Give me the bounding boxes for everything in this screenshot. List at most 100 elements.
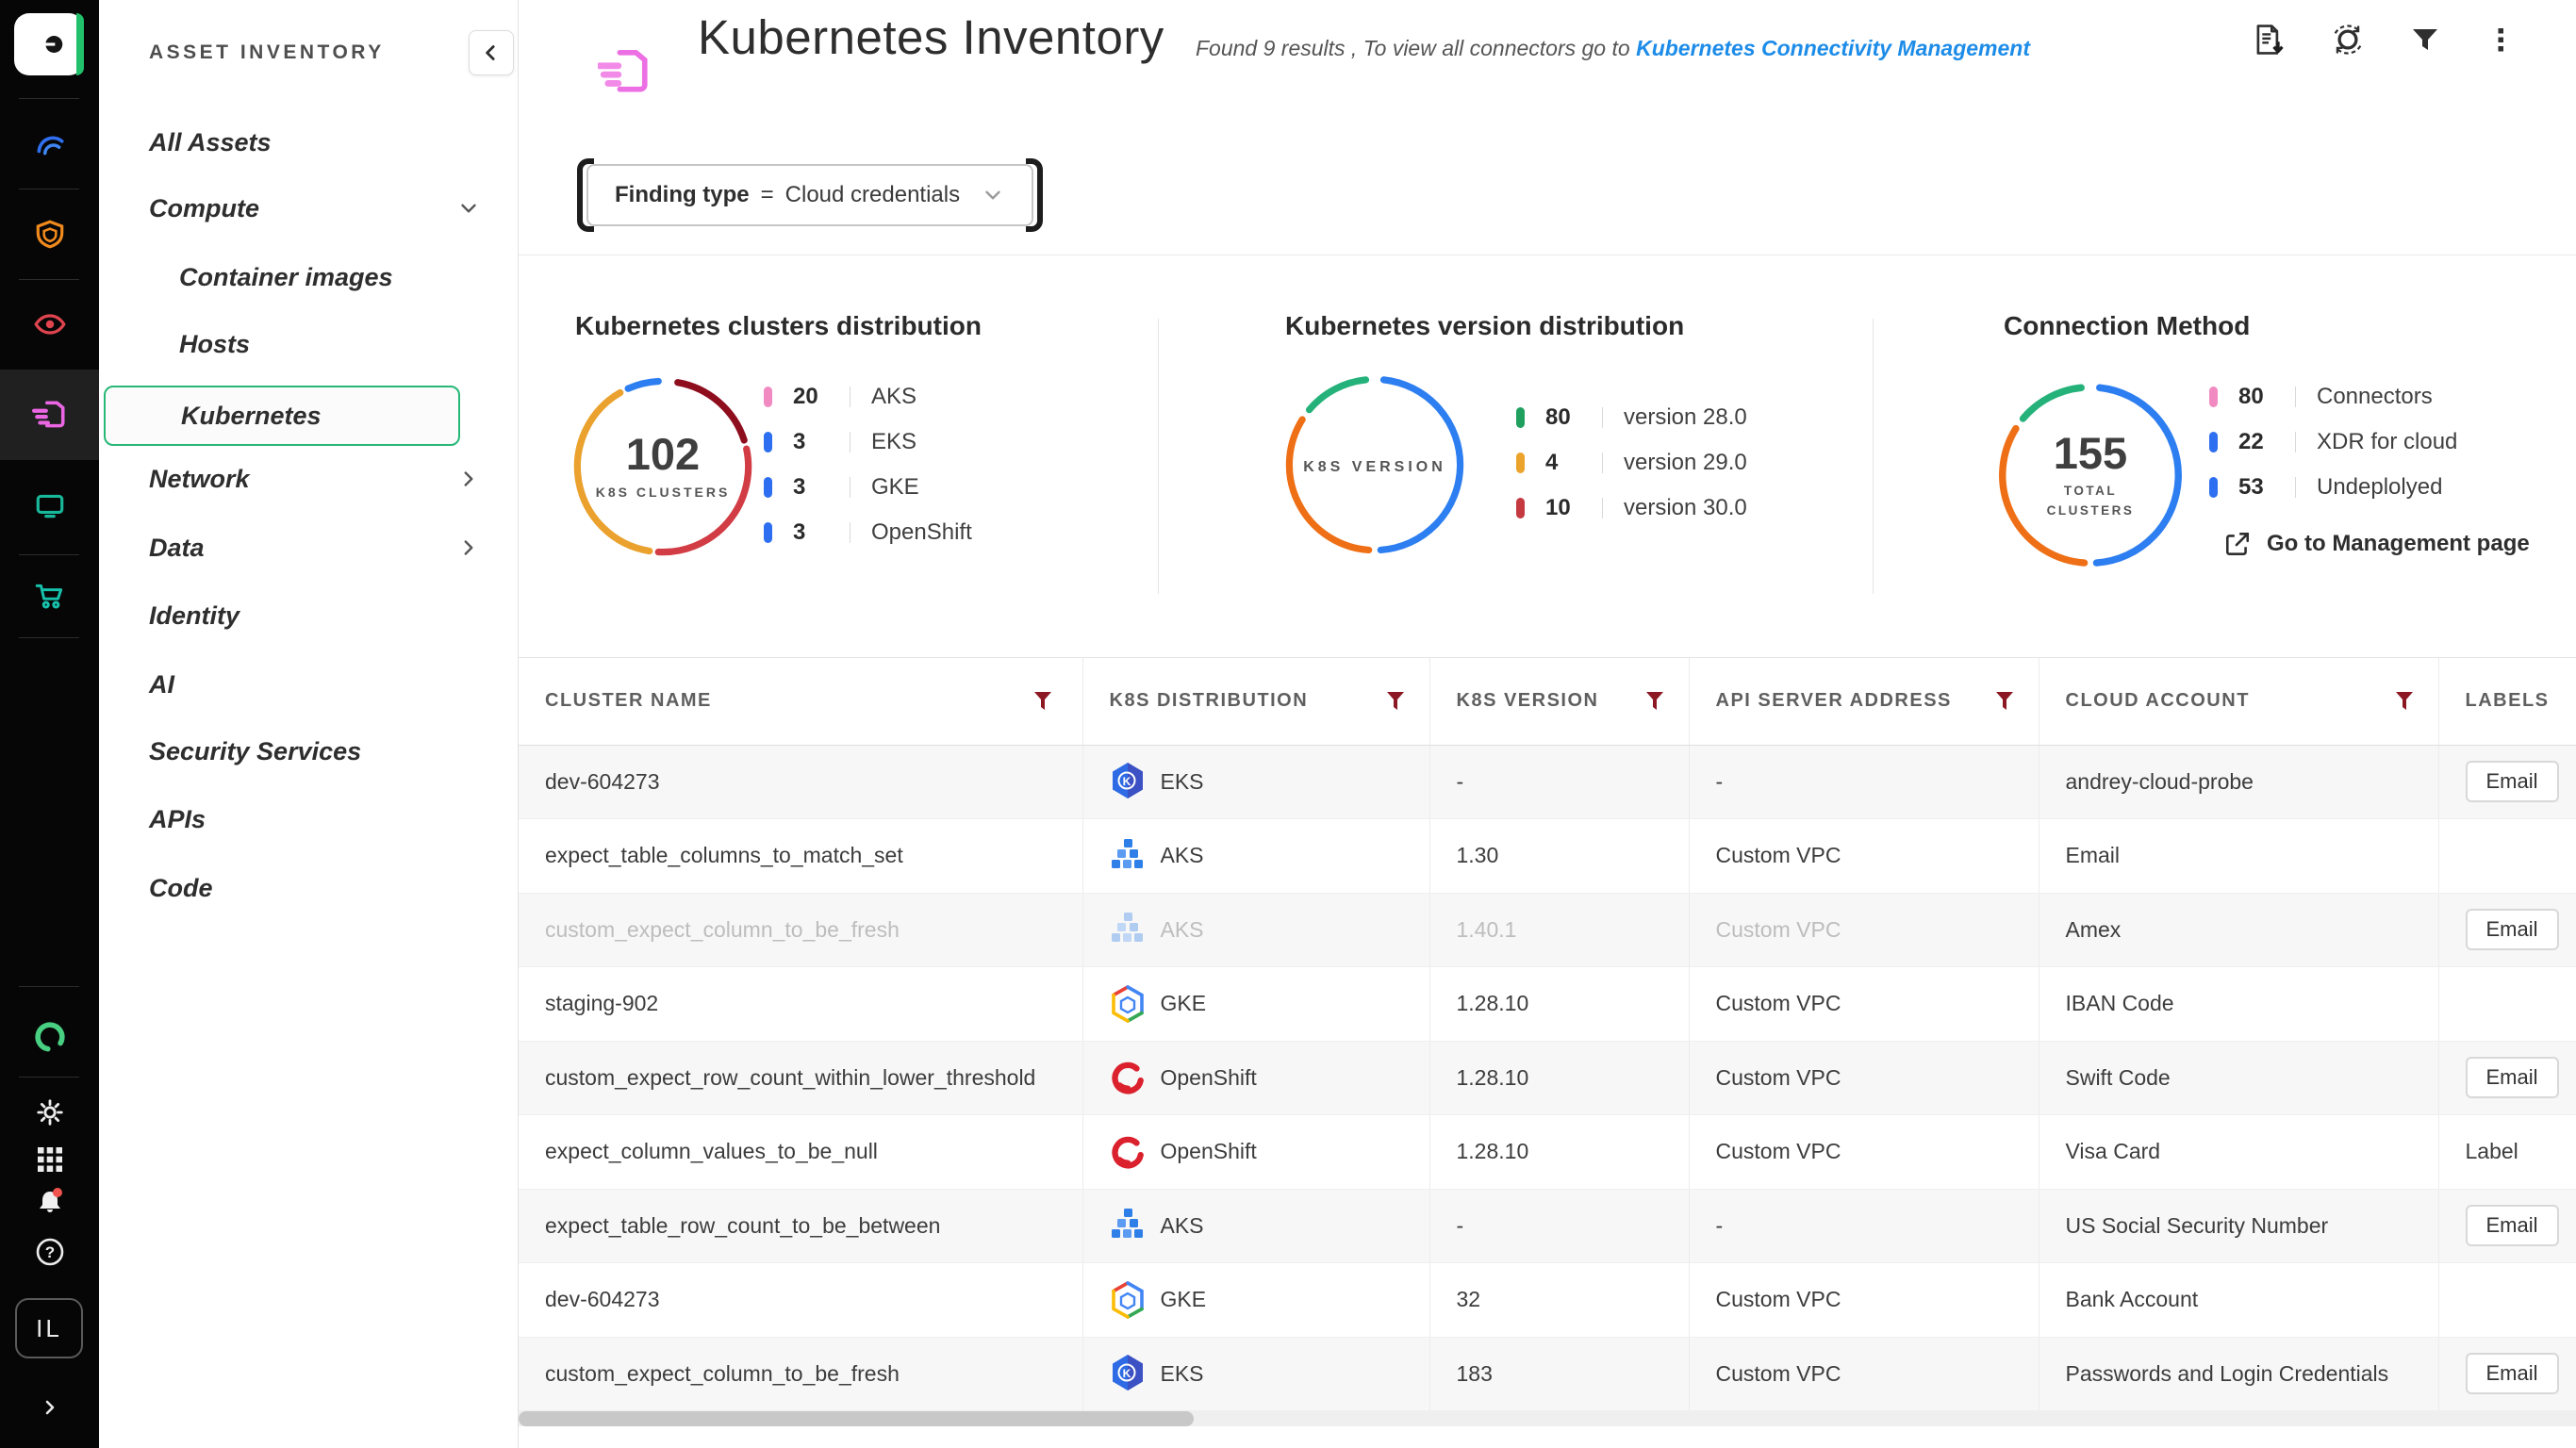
label-chip[interactable]: Email [2466, 1205, 2559, 1246]
legend-item[interactable]: 3EKS [764, 428, 972, 456]
legend-tick [764, 477, 772, 498]
column-filter-icon[interactable] [2395, 691, 2414, 712]
sidebar-item-ai[interactable]: AI [99, 654, 519, 715]
horizontal-scrollbar [519, 1411, 2576, 1426]
avatar[interactable]: IL [15, 1298, 83, 1358]
clusters-legend: 20AKS 3EKS 3GKE 3OpenShift [764, 383, 972, 564]
clusters-total: 102 [626, 431, 700, 477]
chevron-down-icon [456, 196, 481, 221]
sidebar-item-container-images[interactable]: Container images [99, 247, 519, 307]
connectivity-management-link[interactable]: Kubernetes Connectivity Management [1636, 36, 2030, 60]
table-row[interactable]: custom_expect_column_to_be_fresh KEKS 18… [519, 1337, 2576, 1411]
shield-icon [33, 218, 67, 252]
sidebar-item-all-assets[interactable]: All Assets [99, 112, 519, 173]
column-k8s-distribution[interactable]: K8S DISTRIBUTION [1082, 658, 1429, 745]
chart3-title: Connection Method [2004, 311, 2250, 341]
finding-type-filter-chip[interactable]: Finding type = Cloud credentials [577, 158, 1043, 232]
table-row[interactable]: expect_column_values_to_be_null OpenShif… [519, 1115, 2576, 1190]
rail-item-green-ring[interactable] [0, 1003, 99, 1071]
column-cloud-account[interactable]: CLOUD ACCOUNT [2039, 658, 2438, 745]
label-chip[interactable]: Email [2466, 1353, 2559, 1394]
eye-icon [33, 307, 67, 341]
chevron-right-icon [456, 467, 481, 491]
sidebar-item-data[interactable]: Data [99, 518, 519, 578]
table-row[interactable]: staging-902 GKE 1.28.10 Custom VPC IBAN … [519, 967, 2576, 1042]
openshift-icon [1110, 1060, 1146, 1095]
column-k8s-version[interactable]: K8S VERSION [1429, 658, 1689, 745]
legend-item[interactable]: 22XDR for cloud [2209, 428, 2457, 456]
clusters-donut-chart[interactable]: 102 K8S CLUSTERS [566, 370, 760, 568]
filter-button[interactable] [2408, 23, 2442, 57]
column-cluster-name[interactable]: CLUSTER NAME [519, 658, 1082, 745]
rail-item-monitor[interactable] [0, 471, 99, 539]
legend-tick [1516, 452, 1525, 473]
column-filter-icon[interactable] [1386, 691, 1405, 712]
cart-icon [33, 579, 67, 613]
rail-item-radar[interactable] [0, 110, 99, 178]
label-text[interactable]: Label [2466, 1139, 2518, 1163]
export-button[interactable] [2250, 21, 2287, 58]
app-rail: ? IL [0, 0, 99, 1448]
legend-tick [2209, 432, 2218, 452]
sidebar-item-kubernetes[interactable]: Kubernetes [104, 386, 460, 446]
header-actions [2250, 21, 2518, 58]
sidebar-item-identity[interactable]: Identity [99, 585, 519, 646]
go-to-management-link[interactable]: Go to Management page [2223, 530, 2530, 558]
rail-item-help[interactable]: ? [0, 1224, 99, 1280]
connection-total: 155 [2054, 430, 2127, 476]
notification-dot [53, 1188, 62, 1197]
table-row[interactable]: dev-604273 KEKS - - andrey-cloud-probe E… [519, 745, 2576, 819]
table-row[interactable]: custom_expect_row_count_within_lower_thr… [519, 1041, 2576, 1115]
legend-item[interactable]: 4version 29.0 [1516, 449, 1747, 477]
column-filter-icon[interactable] [1995, 691, 2014, 712]
svg-text:K: K [1122, 775, 1131, 788]
scrollbar-thumb[interactable] [519, 1411, 1194, 1426]
table-row[interactable]: custom_expect_column_to_be_fresh AKS 1.4… [519, 893, 2576, 967]
rail-item-shield[interactable] [0, 201, 99, 269]
sidebar-collapse-button[interactable] [469, 30, 514, 75]
legend-tick [764, 432, 772, 452]
legend-item[interactable]: 3OpenShift [764, 518, 972, 547]
label-chip[interactable]: Email [2466, 761, 2559, 802]
more-options-button[interactable] [2484, 23, 2518, 57]
column-labels[interactable]: LABELS [2438, 658, 2576, 745]
sidebar-item-apis[interactable]: APIs [99, 789, 519, 849]
refresh-button[interactable] [2329, 21, 2367, 58]
sidebar-item-code[interactable]: Code [99, 858, 519, 918]
filter-field: Finding type [615, 182, 750, 208]
label-chip[interactable]: Email [2466, 1057, 2559, 1098]
sidebar-item-security-services[interactable]: Security Services [99, 721, 519, 782]
rail-item-marketplace[interactable] [0, 562, 99, 630]
column-filter-icon[interactable] [1033, 691, 1052, 712]
legend-item[interactable]: 3GKE [764, 473, 972, 502]
legend-item[interactable]: 80version 28.0 [1516, 403, 1747, 432]
table-row[interactable]: dev-604273 GKE 32 Custom VPC Bank Accoun… [519, 1263, 2576, 1338]
rail-item-notifications[interactable] [0, 1173, 99, 1229]
legend-item[interactable]: 10version 30.0 [1516, 494, 1747, 522]
label-chip[interactable]: Email [2466, 909, 2559, 950]
cortex-logo[interactable] [14, 13, 84, 75]
monitor-icon [33, 488, 67, 522]
green-ring-icon [32, 1019, 68, 1055]
rail-item-eye[interactable] [0, 290, 99, 358]
refresh-icon [2329, 21, 2367, 58]
legend-item[interactable]: 53Undeplolyed [2209, 473, 2457, 502]
legend-item[interactable]: 80Connectors [2209, 383, 2457, 411]
connection-donut-chart[interactable]: 155 TOTAL CLUSTERS [1990, 375, 2190, 580]
chart-divider [1158, 319, 1159, 594]
version-donut-chart[interactable]: K8S VERSION [1278, 368, 1472, 567]
sidebar-item-network[interactable]: Network [99, 449, 519, 509]
column-filter-icon[interactable] [1645, 691, 1664, 712]
legend-tick [764, 522, 772, 543]
rail-expand-button[interactable] [0, 1379, 99, 1436]
column-api-server-address[interactable]: API SERVER ADDRESS [1689, 658, 2039, 745]
table-row[interactable]: expect_table_columns_to_match_set AKS 1.… [519, 819, 2576, 894]
rail-item-asset-inventory[interactable] [0, 381, 99, 449]
sidebar-item-hosts[interactable]: Hosts [99, 314, 519, 374]
connection-legend: 80Connectors 22XDR for cloud 53Undeploly… [2209, 383, 2457, 518]
gear-icon [35, 1097, 65, 1127]
legend-tick [2209, 387, 2218, 407]
sidebar-item-compute[interactable]: Compute [99, 178, 519, 239]
legend-item[interactable]: 20AKS [764, 383, 972, 411]
table-row[interactable]: expect_table_row_count_to_be_between AKS… [519, 1189, 2576, 1263]
